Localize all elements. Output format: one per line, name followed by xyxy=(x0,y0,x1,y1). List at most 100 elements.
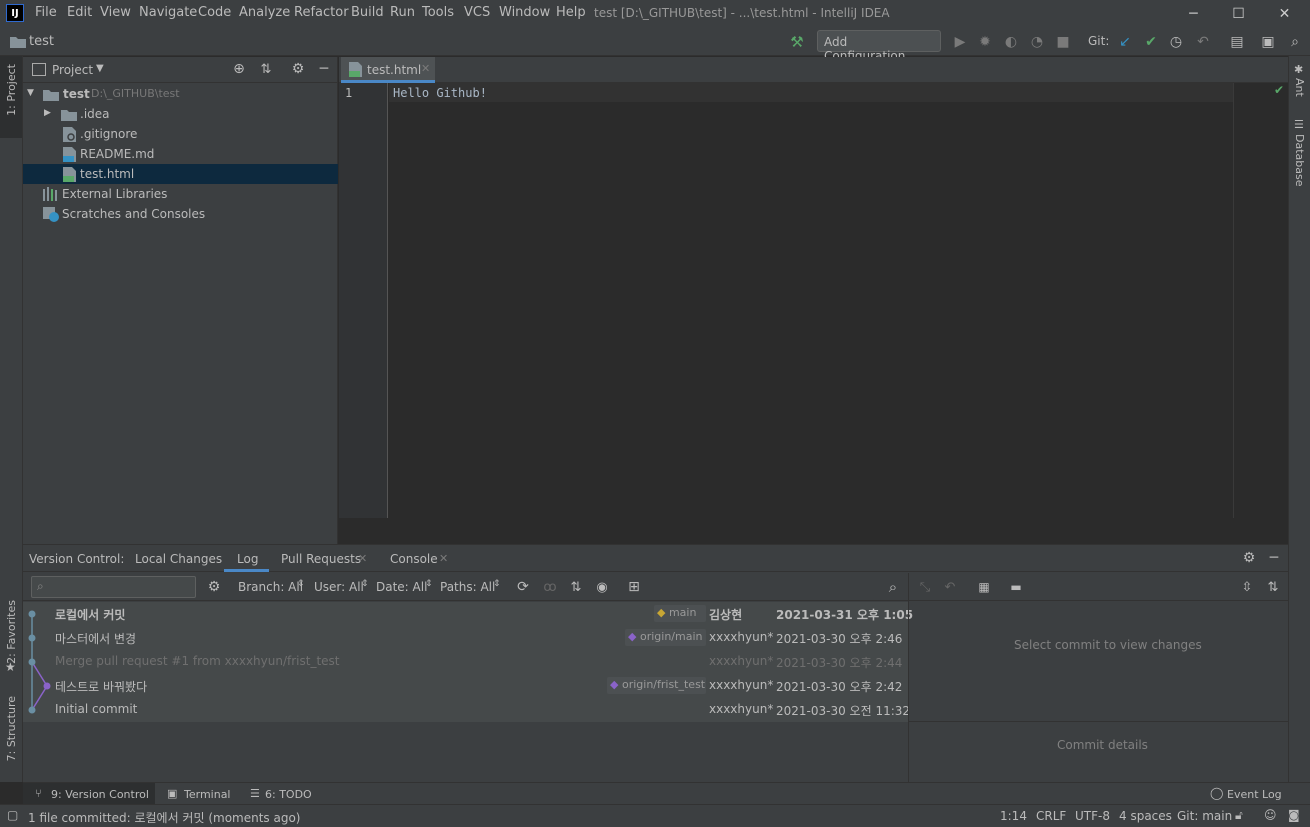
search-icon[interactable]: ⌕ xyxy=(1286,33,1304,51)
menu-window[interactable]: Window xyxy=(499,5,550,20)
menu-analyze[interactable]: Analyze xyxy=(239,5,290,20)
group-by-icon[interactable]: ▦ xyxy=(975,578,993,596)
tab-pull-requests[interactable]: Pull Requests xyxy=(281,552,361,566)
collapse-all-icon[interactable]: ⇅ xyxy=(1264,578,1282,596)
view-options-icon[interactable]: ▬ xyxy=(1007,578,1025,596)
git-update-icon[interactable]: ↙ xyxy=(1116,33,1134,51)
commit-row[interactable]: 마스터에서 변경 ◆ origin/main xxxxhyun* 2021-03… xyxy=(23,626,908,650)
project-tool-tab[interactable]: 1: Project xyxy=(0,56,22,138)
breadcrumb-project[interactable]: test xyxy=(29,34,54,49)
run-configuration-dropdown[interactable]: Add Configuration... xyxy=(817,30,941,63)
branch-filter[interactable]: Branch: All xyxy=(238,580,303,594)
run-icon[interactable]: ▶ xyxy=(951,33,969,51)
expand-all-icon[interactable]: ⇳ xyxy=(1238,578,1256,596)
database-tool-tab[interactable]: Database xyxy=(1293,134,1306,187)
todo-tool-tab[interactable]: ☰ 6: TODO xyxy=(246,783,326,805)
git-branch-widget[interactable]: Git: main xyxy=(1177,809,1232,823)
inspector-icon[interactable]: ☺ xyxy=(1264,808,1277,822)
close-tab-icon[interactable]: ✕ xyxy=(421,62,430,75)
menu-code[interactable]: Code xyxy=(198,5,231,20)
refresh-icon[interactable]: ⟳ xyxy=(514,578,532,596)
terminal-tool-tab[interactable]: ▣ Terminal xyxy=(163,783,243,805)
menu-help[interactable]: Help xyxy=(556,5,586,20)
hide-panel-icon[interactable]: ─ xyxy=(1265,549,1283,567)
git-history-icon[interactable]: ◷ xyxy=(1167,33,1185,51)
editor-tab-test-html[interactable]: test.html ✕ xyxy=(341,57,435,83)
diff-arrow-icon[interactable]: ⤡ xyxy=(916,578,934,596)
log-search-input[interactable]: ⌕ xyxy=(31,576,196,598)
vc-tabs: Version Control: Local Changes Log Pull … xyxy=(23,545,1288,572)
terminal-window-icon[interactable]: ▣ xyxy=(1259,33,1277,51)
menu-run[interactable]: Run xyxy=(390,5,415,20)
hide-panel-icon[interactable]: ─ xyxy=(316,61,332,77)
menu-vcs[interactable]: VCS xyxy=(464,5,490,20)
project-structure-icon[interactable]: ▤ xyxy=(1228,33,1246,51)
event-log-tool-tab[interactable]: ◯ Event Log xyxy=(1206,783,1286,805)
gear-icon[interactable]: ⚙ xyxy=(290,61,306,77)
tree-item-idea[interactable]: ▶ .idea xyxy=(23,104,338,124)
profile-icon[interactable]: ◔ xyxy=(1028,33,1046,51)
revert-icon[interactable]: ↶ xyxy=(941,578,959,596)
coverage-icon[interactable]: ◐ xyxy=(1002,33,1020,51)
git-commit-icon[interactable]: ✔ xyxy=(1142,33,1160,51)
tree-item-test-html[interactable]: test.html xyxy=(23,164,338,184)
eye-icon[interactable]: ◉ xyxy=(593,578,611,596)
paths-filter[interactable]: Paths: All xyxy=(440,580,495,594)
cherry-pick-icon[interactable]: ꝏ xyxy=(541,578,559,596)
tree-item-external-libraries[interactable]: External Libraries xyxy=(23,184,338,204)
menu-tools[interactable]: Tools xyxy=(422,5,454,20)
lock-icon[interactable]: 🔓︎ xyxy=(1235,808,1243,823)
menu-navigate[interactable]: Navigate xyxy=(139,5,197,20)
gear-icon[interactable]: ⚙ xyxy=(1240,549,1258,567)
tree-item-gitignore[interactable]: .gitignore xyxy=(23,124,338,144)
tab-local-changes[interactable]: Local Changes xyxy=(135,552,222,566)
status-message[interactable]: 1 file committed: 로컬에서 커밋 (moments ago) xyxy=(28,809,301,826)
locate-target-icon[interactable]: ⊕ xyxy=(231,61,247,77)
commit-row[interactable]: Merge pull request #1 from xxxxhyun/fris… xyxy=(23,650,908,674)
code-editor[interactable]: 1 Hello Github! ✔ xyxy=(339,83,1288,518)
caret-position[interactable]: 1:14 xyxy=(1000,809,1027,823)
line-separator[interactable]: CRLF xyxy=(1036,809,1066,823)
minimize-button[interactable]: ─ xyxy=(1171,0,1216,28)
structure-tool-tab[interactable]: 7: Structure xyxy=(5,696,18,761)
tree-item-scratches[interactable]: Scratches and Consoles xyxy=(23,204,338,224)
favorites-tool-tab[interactable]: 2: Favorites xyxy=(5,600,18,664)
build-hammer-icon[interactable]: ⚒ xyxy=(788,33,806,51)
close-tab-icon[interactable]: ✕ xyxy=(439,552,448,565)
commit-row[interactable]: Initial commit xxxxhyun* 2021-03-30 오전 1… xyxy=(23,698,910,722)
chevron-down-icon[interactable]: ▼ xyxy=(96,63,104,74)
tree-item-readme[interactable]: README.md xyxy=(23,144,338,164)
commit-row[interactable]: 테스트로 바꿔봤다 ◆ origin/frist_test xxxxhyun* … xyxy=(23,674,908,698)
sort-icon[interactable]: ⇅ xyxy=(567,578,585,596)
new-tab-icon[interactable]: ⊞ xyxy=(625,578,643,596)
tag-icon: ◆ xyxy=(657,606,666,619)
user-filter[interactable]: User: All xyxy=(314,580,364,594)
menu-build[interactable]: Build xyxy=(351,5,384,20)
tab-log[interactable]: Log xyxy=(224,545,269,572)
ant-tool-tab[interactable]: Ant xyxy=(1293,78,1306,97)
date-filter[interactable]: Date: All xyxy=(376,580,427,594)
menu-refactor[interactable]: Refactor xyxy=(294,5,349,20)
menu-view[interactable]: View xyxy=(100,5,131,20)
stop-icon[interactable]: ■ xyxy=(1054,33,1072,51)
title-bar: IJ File Edit View Navigate Code Analyze … xyxy=(0,0,1310,28)
memory-indicator-icon[interactable]: ◙ xyxy=(1288,808,1300,822)
close-tab-icon[interactable]: ✕ xyxy=(358,552,367,565)
menu-file[interactable]: File xyxy=(35,5,57,20)
tree-root[interactable]: ▼ test D:\_GITHUB\test xyxy=(23,84,338,104)
version-control-tool-tab[interactable]: ⑂ 9: Version Control xyxy=(23,783,155,805)
commit-row[interactable]: 로컬에서 커밋 ◆ main 김상현 2021-03-31 오후 1:05 xyxy=(23,602,913,626)
tab-console[interactable]: Console xyxy=(390,552,438,566)
menu-edit[interactable]: Edit xyxy=(67,5,92,20)
gear-icon[interactable]: ⚙ xyxy=(205,578,223,596)
collapse-all-icon[interactable]: ⇅ xyxy=(258,61,274,77)
search-icon[interactable]: ⌕ xyxy=(884,578,902,596)
close-button[interactable]: ✕ xyxy=(1262,0,1307,28)
debug-icon[interactable]: ✹ xyxy=(976,33,994,51)
git-rollback-icon[interactable]: ↶ xyxy=(1194,33,1212,51)
maximize-button[interactable]: ☐ xyxy=(1216,0,1261,28)
file-encoding[interactable]: UTF-8 xyxy=(1075,809,1110,823)
project-view-label[interactable]: Project xyxy=(52,63,93,77)
indent-setting[interactable]: 4 spaces xyxy=(1119,809,1172,823)
toggle-tool-windows-icon[interactable]: ▢ xyxy=(7,808,18,822)
